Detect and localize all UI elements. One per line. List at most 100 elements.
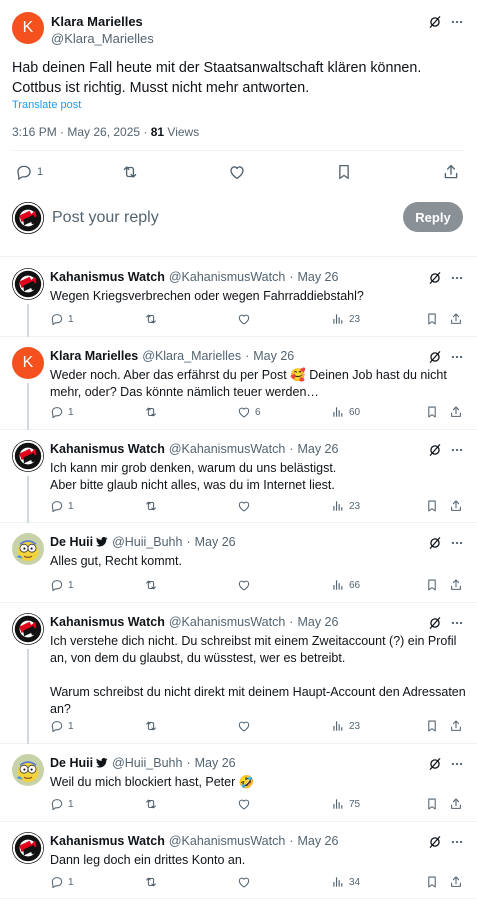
views-button[interactable]: 23	[331, 719, 360, 733]
bookmark-button[interactable]	[425, 797, 439, 811]
repost-button[interactable]	[121, 163, 139, 181]
author-avatar[interactable]: K	[12, 12, 44, 44]
more-icon[interactable]	[450, 443, 464, 457]
reply-date[interactable]: May 26	[253, 349, 294, 363]
bookmark-button[interactable]	[425, 578, 439, 592]
grok-icon[interactable]	[428, 443, 442, 457]
share-button[interactable]	[449, 499, 463, 513]
reply-author-name[interactable]: Kahanismus Watch	[50, 270, 165, 284]
share-button[interactable]	[449, 797, 463, 811]
reply-author-handle[interactable]: @KahanismusWatch	[169, 270, 285, 284]
reply-date[interactable]: May 26	[195, 535, 236, 549]
grok-icon[interactable]	[428, 350, 442, 364]
reply-author-name[interactable]: De Huii	[50, 756, 93, 770]
reply-submit-button[interactable]: Reply	[403, 202, 463, 232]
like-button[interactable]	[237, 499, 255, 513]
more-icon[interactable]	[450, 350, 464, 364]
like-button[interactable]	[237, 797, 255, 811]
bookmark-button[interactable]	[425, 719, 439, 733]
reply-date[interactable]: May 26	[297, 270, 338, 284]
reply-input[interactable]: Post your reply	[52, 209, 159, 227]
bookmark-button[interactable]	[425, 875, 439, 889]
reply-item[interactable]: K Klara Marielles @Klara_Marielles · May…	[0, 337, 477, 430]
reply-button[interactable]: 1	[50, 499, 74, 513]
views-button[interactable]: 23	[331, 499, 360, 513]
repost-button[interactable]	[144, 875, 158, 889]
more-icon[interactable]	[450, 15, 464, 29]
views-button[interactable]: 23	[331, 312, 360, 326]
bookmark-button[interactable]	[425, 499, 439, 513]
reply-date[interactable]: May 26	[297, 442, 338, 456]
like-button[interactable]	[237, 578, 255, 592]
repost-button[interactable]	[144, 499, 158, 513]
reply-author-name[interactable]: Kahanismus Watch	[50, 615, 165, 629]
reply-author-name[interactable]: Klara Marielles	[50, 349, 138, 363]
reply-author-handle[interactable]: @KahanismusWatch	[169, 442, 285, 456]
current-user-avatar[interactable]	[12, 202, 44, 234]
like-button[interactable]	[237, 875, 255, 889]
bookmark-button[interactable]	[425, 405, 439, 419]
reply-button[interactable]: 1	[50, 875, 74, 889]
reply-item[interactable]: Kahanismus Watch @KahanismusWatch · May …	[0, 430, 477, 523]
like-button[interactable]	[237, 312, 255, 326]
reply-author-name[interactable]: De Huii	[50, 535, 93, 549]
reply-button[interactable]: 1	[50, 312, 74, 326]
reply-item[interactable]: Kahanismus Watch @KahanismusWatch · May …	[0, 822, 477, 899]
reply-avatar[interactable]	[12, 533, 44, 565]
reply-author-handle[interactable]: @Huii_Buhh	[112, 535, 182, 549]
reply-avatar[interactable]	[12, 754, 44, 786]
reply-avatar[interactable]	[12, 832, 44, 864]
more-icon[interactable]	[450, 835, 464, 849]
author-handle[interactable]: @Klara_Marielles	[51, 31, 154, 46]
share-button[interactable]	[442, 163, 460, 181]
share-button[interactable]	[449, 312, 463, 326]
reply-item[interactable]: Kahanismus Watch @KahanismusWatch · May …	[0, 603, 477, 744]
share-button[interactable]	[449, 719, 463, 733]
bookmark-button[interactable]	[335, 163, 353, 181]
grok-icon[interactable]	[428, 757, 442, 771]
reply-author-handle[interactable]: @KahanismusWatch	[169, 615, 285, 629]
reply-author-handle[interactable]: @Huii_Buhh	[112, 756, 182, 770]
bookmark-button[interactable]	[425, 312, 439, 326]
reply-date[interactable]: May 26	[297, 615, 338, 629]
reply-button[interactable]: 1	[50, 578, 74, 592]
repost-button[interactable]	[144, 578, 158, 592]
grok-icon[interactable]	[428, 536, 442, 550]
repost-button[interactable]	[144, 719, 158, 733]
share-button[interactable]	[449, 875, 463, 889]
reply-button[interactable]: 1	[50, 797, 74, 811]
more-icon[interactable]	[450, 271, 464, 285]
views-button[interactable]: 34	[331, 875, 360, 889]
like-button[interactable]	[228, 163, 246, 181]
reply-avatar[interactable]	[12, 613, 44, 645]
grok-icon[interactable]	[428, 271, 442, 285]
views-button[interactable]: 60	[331, 405, 360, 419]
reply-item[interactable]: De Huii @Huii_Buhh · May 26 Alles gut, R…	[0, 523, 477, 603]
grok-icon[interactable]	[428, 835, 442, 849]
grok-icon[interactable]	[428, 15, 442, 29]
more-icon[interactable]	[450, 757, 464, 771]
reply-item[interactable]: Kahanismus Watch @KahanismusWatch · May …	[0, 258, 477, 337]
reply-author-handle[interactable]: @KahanismusWatch	[169, 834, 285, 848]
like-button[interactable]: 6	[237, 405, 261, 419]
repost-button[interactable]	[144, 797, 158, 811]
like-button[interactable]	[237, 719, 255, 733]
reply-avatar[interactable]: K	[12, 347, 44, 379]
repost-button[interactable]	[144, 405, 158, 419]
reply-avatar[interactable]	[12, 440, 44, 472]
repost-button[interactable]	[144, 312, 158, 326]
reply-button[interactable]: 1	[50, 405, 74, 419]
reply-button[interactable]: 1	[50, 719, 74, 733]
reply-author-handle[interactable]: @Klara_Marielles	[142, 349, 241, 363]
more-icon[interactable]	[450, 616, 464, 630]
grok-icon[interactable]	[428, 616, 442, 630]
reply-date[interactable]: May 26	[195, 756, 236, 770]
views-button[interactable]: 66	[331, 578, 360, 592]
author-name[interactable]: Klara Marielles	[51, 14, 143, 29]
views-button[interactable]: 75	[331, 797, 360, 811]
reply-date[interactable]: May 26	[297, 834, 338, 848]
reply-author-name[interactable]: Kahanismus Watch	[50, 442, 165, 456]
share-button[interactable]	[449, 405, 463, 419]
reply-button[interactable]: 1	[15, 163, 43, 181]
reply-item[interactable]: De Huii @Huii_Buhh · May 26 Weil du mich…	[0, 744, 477, 822]
